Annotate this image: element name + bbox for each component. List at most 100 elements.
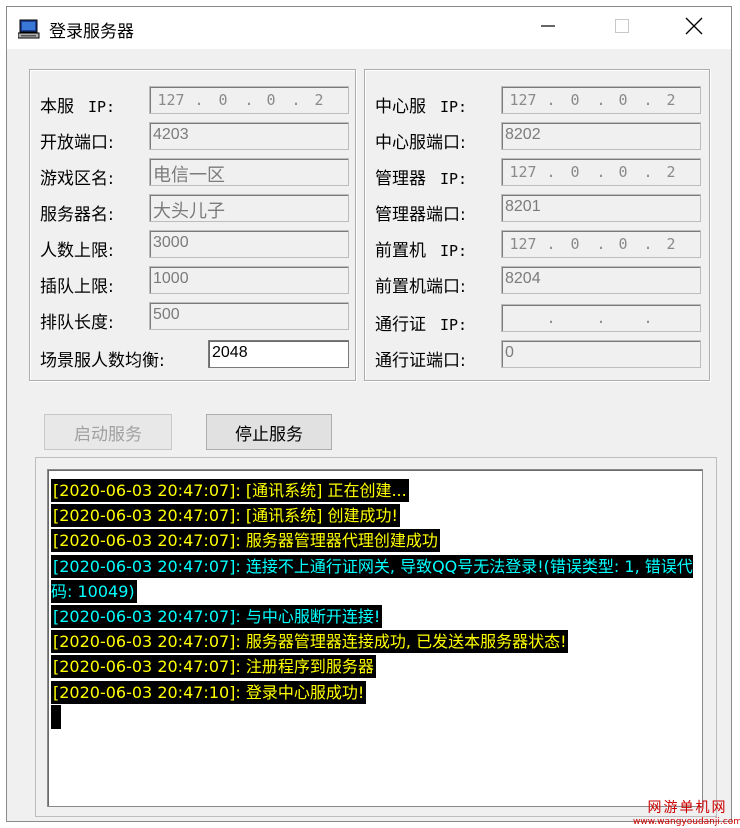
pass-ip-suffix: IP: (440, 316, 468, 334)
max-queue-jump-field[interactable]: 1000 (149, 266, 349, 294)
scene-balance-row: 场景服人数均衡: 2048 (40, 340, 350, 372)
frontend-port-label: 前置机端口: (375, 277, 466, 297)
local-ip-label-text: 本服 (40, 97, 74, 117)
minimize-button[interactable] (525, 7, 571, 49)
queue-length-row: 排队长度: 500 (40, 302, 350, 334)
center-ip-field[interactable]: 127 . 0 . 0 . 2 (501, 86, 701, 114)
title-bar[interactable]: 登录服务器 (7, 7, 731, 49)
pass-port-field[interactable]: 0 (501, 340, 701, 368)
log-line-text: [2020-06-03 20:47:07]: 与中心服断开连接! (51, 605, 383, 629)
log-line-text: [2020-06-03 20:47:07]: 连接不上通行证网关, 导致QQ号无… (51, 554, 693, 603)
zone-name-row: 游戏区名: 电信一区 (40, 158, 350, 190)
center-ip-label: 中心服 IP: (375, 92, 467, 117)
center-port-field[interactable]: 8202 (501, 122, 701, 150)
manager-ip-label: 管理器 IP: (375, 164, 467, 189)
local-ip-suffix: IP: (88, 98, 116, 116)
zone-name-label: 游戏区名: (40, 169, 114, 189)
center-ip-label-text: 中心服 (375, 97, 426, 117)
pass-port-label: 通行证端口: (375, 351, 466, 371)
log-line-text: [2020-06-03 20:47:07]: [通讯系统] 正在创建... (51, 479, 409, 502)
max-queue-jump-row: 插队上限: 1000 (40, 266, 350, 298)
log-line: [2020-06-03 20:47:07]: 连接不上通行证网关, 导致QQ号无… (51, 554, 699, 604)
start-service-button[interactable]: 启动服务 (44, 414, 172, 450)
log-line: [2020-06-03 20:47:10]: 登录中心服成功! (51, 680, 699, 705)
local-server-group: 本服 IP: 127 . 0 . 0 . 2 开放端口: 4203 游戏区名: 电… (29, 69, 356, 381)
frontend-ip-suffix: IP: (440, 242, 468, 260)
log-line-text: [2020-06-03 20:47:07]: 服务器管理器连接成功, 已发送本服… (51, 630, 569, 654)
ip-dot: . (546, 91, 556, 109)
maximize-icon (614, 18, 630, 38)
ip-octet: 0 (218, 91, 228, 109)
ip-dot: . (596, 235, 606, 253)
scene-balance-input[interactable]: 2048 (208, 340, 349, 368)
local-ip-field[interactable]: 127 . 0 . 0 . 2 (149, 86, 349, 114)
ip-dot: . (596, 163, 606, 181)
ip-dot: . (194, 91, 204, 109)
server-name-row: 服务器名: 大头儿子 (40, 194, 350, 226)
local-ip-row: 本服 IP: 127 . 0 . 0 . 2 (40, 86, 350, 118)
log-line: [2020-06-03 20:47:07]: 注册程序到服务器 (51, 654, 699, 679)
ip-dot: . (596, 91, 606, 109)
ip-octet: 0 (570, 163, 580, 181)
frontend-ip-label-text: 前置机 (375, 241, 426, 261)
stop-service-button[interactable]: 停止服务 (206, 414, 332, 450)
log-line: [2020-06-03 20:47:07]: 服务器管理器代理创建成功 (51, 528, 699, 553)
ip-octet: 127 (509, 91, 537, 109)
center-port-label: 中心服端口: (375, 133, 466, 153)
scene-balance-label: 场景服人数均衡: (40, 351, 165, 371)
ip-octet: 2 (666, 91, 676, 109)
ip-dot: . (244, 91, 254, 109)
pass-ip-row: 通行证 IP: . . . (375, 304, 705, 336)
zone-name-field[interactable]: 电信一区 (149, 158, 349, 186)
ip-octet: 2 (314, 91, 324, 109)
ip-octet: 0 (570, 235, 580, 253)
queue-length-field[interactable]: 500 (149, 302, 349, 330)
open-port-label: 开放端口: (40, 133, 114, 153)
pass-port-row: 通行证端口: 0 (375, 340, 705, 372)
queue-length-label: 排队长度: (40, 313, 114, 333)
log-line-text: [2020-06-03 20:47:07]: 注册程序到服务器 (51, 655, 376, 679)
log-text: [2020-06-03 20:47:07]: [通讯系统] 正在创建... [20… (51, 478, 699, 730)
manager-port-field[interactable]: 8201 (501, 194, 701, 222)
open-port-row: 开放端口: 4203 (40, 122, 350, 154)
frontend-port-field[interactable]: 8204 (501, 266, 701, 294)
close-icon (685, 17, 703, 39)
log-console[interactable]: [2020-06-03 20:47:07]: [通讯系统] 正在创建... [20… (47, 469, 703, 807)
maximize-button[interactable] (599, 7, 645, 49)
watermark: 网游单机网 www.wangyoudanji.com (633, 797, 740, 827)
local-ip-label: 本服 IP: (40, 92, 115, 117)
log-line: [2020-06-03 20:47:07]: [通讯系统] 创建成功! (51, 503, 699, 528)
watermark-url: www.wangyoudanji.com (633, 817, 740, 827)
manager-ip-label-text: 管理器 (375, 169, 426, 189)
server-name-label: 服务器名: (40, 205, 114, 225)
ip-dot: . (643, 309, 653, 327)
frontend-ip-field[interactable]: 127 . 0 . 0 . 2 (501, 230, 701, 258)
open-port-field[interactable]: 4203 (149, 122, 349, 150)
ip-octet: 0 (618, 163, 628, 181)
center-port-row: 中心服端口: 8202 (375, 122, 705, 154)
manager-ip-row: 管理器 IP: 127 . 0 . 0 . 2 (375, 158, 705, 190)
pass-ip-field[interactable]: . . . (501, 304, 701, 332)
manager-ip-suffix: IP: (440, 170, 468, 188)
ip-dot: . (291, 91, 301, 109)
manager-port-label: 管理器端口: (375, 205, 466, 225)
ip-octet: 2 (666, 235, 676, 253)
ip-octet: 2 (666, 163, 676, 181)
pass-ip-label-text: 通行证 (375, 315, 426, 335)
remote-servers-group: 中心服 IP: 127 . 0 . 0 . 2 中心服端口: 8202 管理器 IP… (364, 69, 710, 381)
ip-dot: . (643, 163, 653, 181)
ip-octet: 127 (509, 235, 537, 253)
frontend-ip-row: 前置机 IP: 127 . 0 . 0 . 2 (375, 230, 705, 262)
ip-octet: 127 (509, 163, 537, 181)
window-title: 登录服务器 (49, 22, 134, 42)
frontend-ip-label: 前置机 IP: (375, 236, 467, 261)
max-players-row: 人数上限: 3000 (40, 230, 350, 262)
max-players-field[interactable]: 3000 (149, 230, 349, 258)
ip-octet: 0 (618, 235, 628, 253)
ip-dot: . (596, 309, 606, 327)
manager-ip-field[interactable]: 127 . 0 . 0 . 2 (501, 158, 701, 186)
server-name-field[interactable]: 大头儿子 (149, 194, 349, 222)
close-button[interactable] (671, 7, 717, 49)
ip-dot: . (546, 163, 556, 181)
log-line-text: [2020-06-03 20:47:10]: 登录中心服成功! (51, 680, 367, 704)
